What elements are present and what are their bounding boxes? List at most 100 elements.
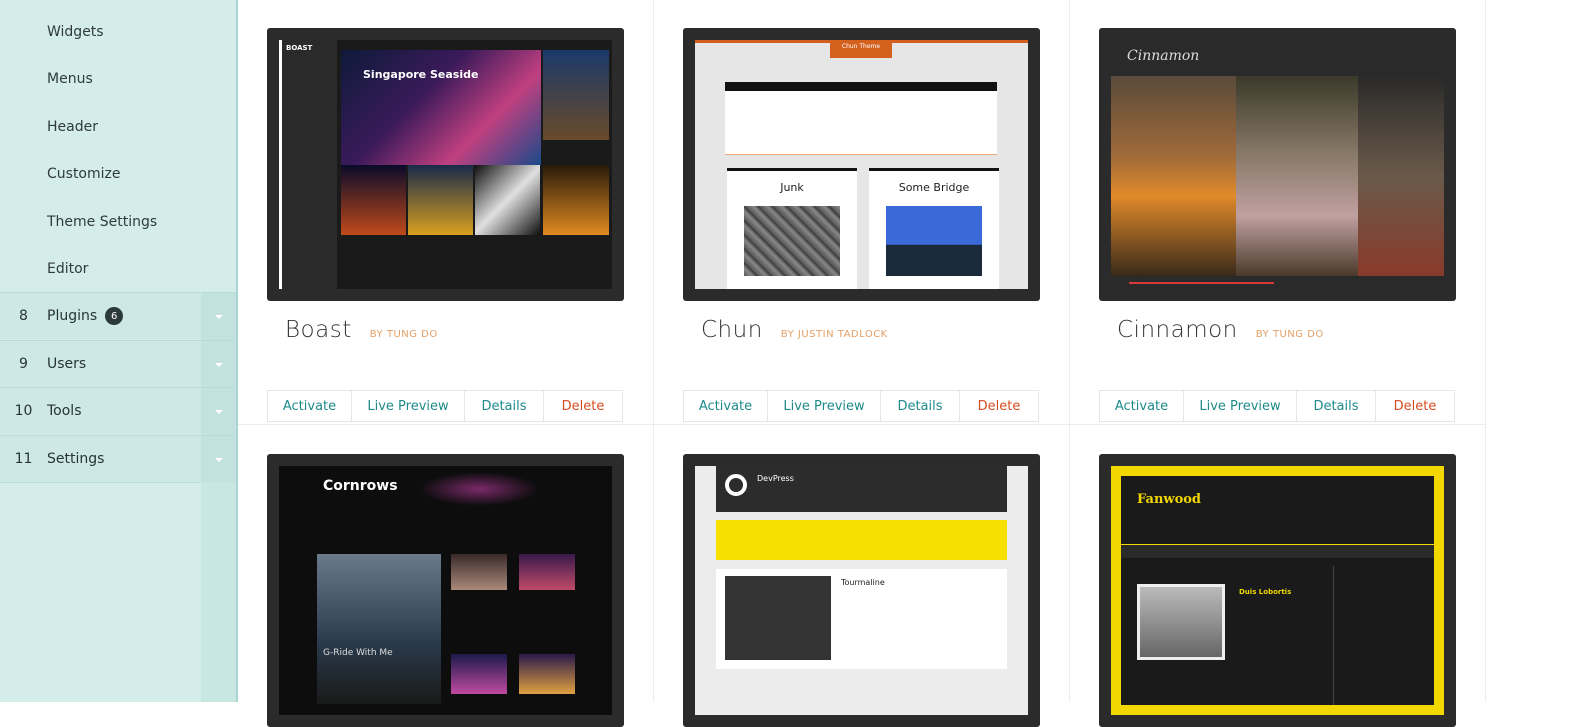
- grid-divider: [653, 0, 654, 702]
- preview-tag: Chun Theme: [830, 40, 892, 58]
- submenu-header[interactable]: Header: [0, 103, 236, 150]
- preview-photo: [1236, 76, 1358, 276]
- theme-screenshot[interactable]: Cinnamon: [1099, 28, 1456, 301]
- preview-header-glow: [419, 472, 539, 506]
- theme-name: Chun: [701, 317, 763, 343]
- expand-toggle[interactable]: [201, 293, 236, 340]
- screenshot-preview: DevPress Tourmaline: [695, 466, 1028, 715]
- preview-item-title: Tourmaline: [841, 578, 885, 587]
- menu-label: Plugins: [47, 308, 98, 324]
- preview-photo: [1111, 76, 1236, 276]
- theme-author[interactable]: BY JUSTIN TADLOCK: [781, 329, 888, 340]
- preview-thumb: [543, 50, 609, 140]
- expand-toggle[interactable]: [201, 341, 236, 388]
- theme-screenshot[interactable]: Cornrows G-Ride With Me: [267, 454, 624, 727]
- preview-slide: Singapore Seaside: [341, 50, 541, 165]
- preview-brand: BOAST: [286, 44, 313, 52]
- theme-title-row: Boast BY TUNG DO: [285, 317, 438, 343]
- screenshot-preview: Cornrows G-Ride With Me: [279, 466, 612, 715]
- preview-caption: G-Ride With Me: [323, 648, 393, 658]
- submenu-menus[interactable]: Menus: [0, 55, 236, 102]
- sidebar-item-settings[interactable]: 11 Settings: [0, 435, 236, 483]
- theme-screenshot[interactable]: BOAST Singapore Seaside: [267, 28, 624, 301]
- menu-number: 8: [19, 308, 28, 324]
- preview-box: Some Bridge: [869, 168, 999, 289]
- preview-thumb: [451, 554, 507, 590]
- menu-label: Users: [47, 356, 87, 372]
- sidebar-item-plugins[interactable]: 8 Plugins 6: [0, 292, 236, 340]
- expand-toggle[interactable]: [201, 388, 236, 435]
- preview-thumb: [475, 165, 540, 235]
- details-button[interactable]: Details: [881, 391, 960, 421]
- preview-sidebar: [1333, 566, 1334, 705]
- chevron-down-icon: [214, 314, 223, 319]
- preview-photo: [317, 554, 441, 704]
- admin-sidebar: Widgets Menus Header Customize Theme Set…: [0, 0, 238, 702]
- preview-photo: [1358, 76, 1444, 276]
- theme-screenshot[interactable]: Chun Theme Junk Some Bridge: [683, 28, 1040, 301]
- submenu-editor[interactable]: Editor: [0, 245, 236, 292]
- details-button[interactable]: Details: [1297, 391, 1376, 421]
- activate-button[interactable]: Activate: [1100, 391, 1184, 421]
- submenu-customize[interactable]: Customize: [0, 150, 236, 197]
- menu-number: 10: [14, 403, 33, 419]
- live-preview-button[interactable]: Live Preview: [352, 391, 465, 421]
- preview-bar: [725, 82, 997, 91]
- activate-button[interactable]: Activate: [684, 391, 768, 421]
- preview-box: Junk: [727, 168, 857, 289]
- delete-button[interactable]: Delete: [544, 391, 622, 421]
- menu-number: 11: [14, 451, 33, 467]
- preview-nav: [1121, 544, 1434, 558]
- sidebar-item-tools[interactable]: 10 Tools: [0, 387, 236, 435]
- preview-thumb: [543, 165, 609, 235]
- submenu-theme-settings[interactable]: Theme Settings: [0, 198, 236, 245]
- menu-label: Settings: [47, 451, 105, 467]
- sidebar-item-users[interactable]: 9 Users: [0, 340, 236, 388]
- theme-author[interactable]: BY TUNG DO: [370, 329, 438, 340]
- submenu-label: Theme Settings: [47, 213, 158, 230]
- submenu-label: Editor: [47, 260, 89, 277]
- preview-brand: Cornrows: [323, 478, 398, 494]
- preview-box-title: Junk: [780, 181, 804, 194]
- preview-title: Singapore Seaside: [363, 68, 479, 81]
- preview-sidebar: BOAST: [279, 40, 337, 289]
- theme-author[interactable]: BY TUNG DO: [1256, 329, 1324, 340]
- menu-number: 9: [19, 356, 28, 372]
- live-preview-button[interactable]: Live Preview: [1184, 391, 1297, 421]
- preview-notice: [716, 520, 1007, 560]
- preview-header: [716, 466, 1007, 512]
- chevron-down-icon: [214, 457, 223, 462]
- theme-screenshot[interactable]: Fanwood Duis Lobortis: [1099, 454, 1456, 727]
- theme-actions: Activate Live Preview Details Delete: [683, 390, 1039, 422]
- grid-divider: [1485, 0, 1486, 702]
- preview-box-image: [744, 206, 840, 276]
- theme-name: Cinnamon: [1117, 317, 1238, 343]
- sidebar-strip: [201, 482, 236, 702]
- delete-button[interactable]: Delete: [960, 391, 1038, 421]
- preview-brand: Fanwood: [1137, 492, 1202, 507]
- preview-panel-image: [725, 576, 831, 660]
- preview-box-image: [886, 206, 982, 276]
- live-preview-button[interactable]: Live Preview: [768, 391, 881, 421]
- submenu-widgets[interactable]: Widgets: [0, 8, 236, 55]
- submenu-label: Header: [47, 118, 98, 135]
- preview-thumb: [341, 165, 406, 235]
- preview-intro: [725, 91, 997, 155]
- menu-label: Tools: [47, 403, 82, 419]
- preview-box-title: Some Bridge: [898, 181, 970, 194]
- submenu-label: Widgets: [47, 23, 104, 40]
- theme-actions: Activate Live Preview Details Delete: [267, 390, 623, 422]
- expand-toggle[interactable]: [201, 436, 236, 483]
- preview-thumb: [451, 654, 507, 694]
- activate-button[interactable]: Activate: [268, 391, 352, 421]
- theme-screenshot[interactable]: DevPress Tourmaline: [683, 454, 1040, 727]
- details-button[interactable]: Details: [465, 391, 544, 421]
- theme-title-row: Chun BY JUSTIN TADLOCK: [701, 317, 888, 343]
- preview-progress: [1129, 282, 1274, 284]
- preview-thumb: [408, 165, 473, 235]
- delete-button[interactable]: Delete: [1376, 391, 1454, 421]
- submenu-label: Customize: [47, 165, 121, 182]
- preview-brand: DevPress: [757, 474, 794, 483]
- chevron-down-icon: [214, 409, 223, 414]
- preview-brand: Cinnamon: [1127, 48, 1200, 64]
